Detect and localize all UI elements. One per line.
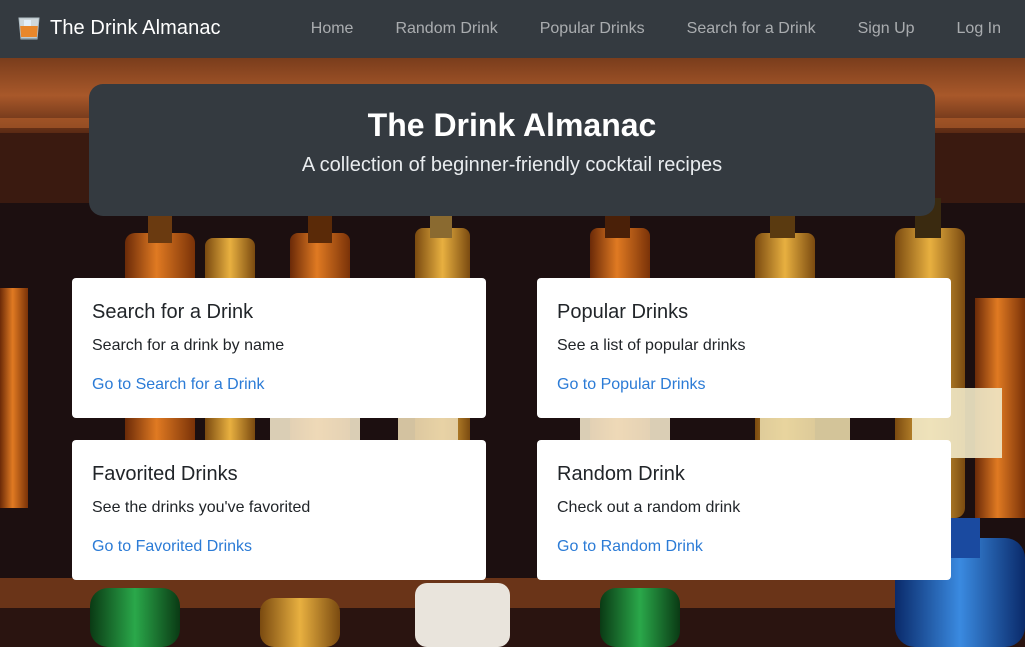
random-drink-link[interactable]: Go to Random Drink bbox=[557, 537, 931, 557]
hero-banner: The Drink Almanac A collection of beginn… bbox=[89, 84, 935, 216]
nav-popular-drinks[interactable]: Popular Drinks bbox=[519, 20, 666, 38]
card-text: Search for a drink by name bbox=[92, 337, 285, 354]
search-drink-link[interactable]: Go to Search for a Drink bbox=[92, 375, 466, 395]
nav-log-in[interactable]: Log In bbox=[936, 20, 1025, 38]
brand-link[interactable]: The Drink Almanac bbox=[17, 15, 221, 41]
hero-title: The Drink Almanac bbox=[367, 107, 657, 143]
hero-subtitle: A collection of beginner-friendly cockta… bbox=[301, 154, 723, 176]
card-search-drink: Search for a Drink Search for a drink by… bbox=[72, 278, 486, 418]
card-favorited-drinks: Favorited Drinks See the drinks you've f… bbox=[72, 440, 486, 580]
nav-home[interactable]: Home bbox=[290, 20, 375, 38]
nav-sign-up[interactable]: Sign Up bbox=[837, 20, 936, 38]
card-text: Check out a random drink bbox=[557, 499, 741, 516]
nav-links: Home Random Drink Popular Drinks Search … bbox=[290, 0, 1025, 58]
nav-random-drink[interactable]: Random Drink bbox=[374, 20, 518, 38]
popular-drinks-link[interactable]: Go to Popular Drinks bbox=[557, 375, 931, 395]
whiskey-glass-icon bbox=[18, 17, 40, 40]
brand-title: The Drink Almanac bbox=[50, 16, 221, 39]
card-title: Favorited Drinks bbox=[92, 463, 238, 485]
navbar: The Drink Almanac Home Random Drink Popu… bbox=[0, 0, 1025, 58]
favorited-drinks-link[interactable]: Go to Favorited Drinks bbox=[92, 537, 466, 557]
card-text: See a list of popular drinks bbox=[557, 337, 746, 354]
card-title: Popular Drinks bbox=[557, 301, 689, 323]
nav-search-drink[interactable]: Search for a Drink bbox=[666, 20, 837, 38]
card-popular-drinks: Popular Drinks See a list of popular dri… bbox=[537, 278, 951, 418]
card-text: See the drinks you've favorited bbox=[92, 499, 311, 516]
card-title: Random Drink bbox=[557, 463, 685, 485]
card-random-drink: Random Drink Check out a random drink Go… bbox=[537, 440, 951, 580]
card-title: Search for a Drink bbox=[92, 301, 254, 323]
